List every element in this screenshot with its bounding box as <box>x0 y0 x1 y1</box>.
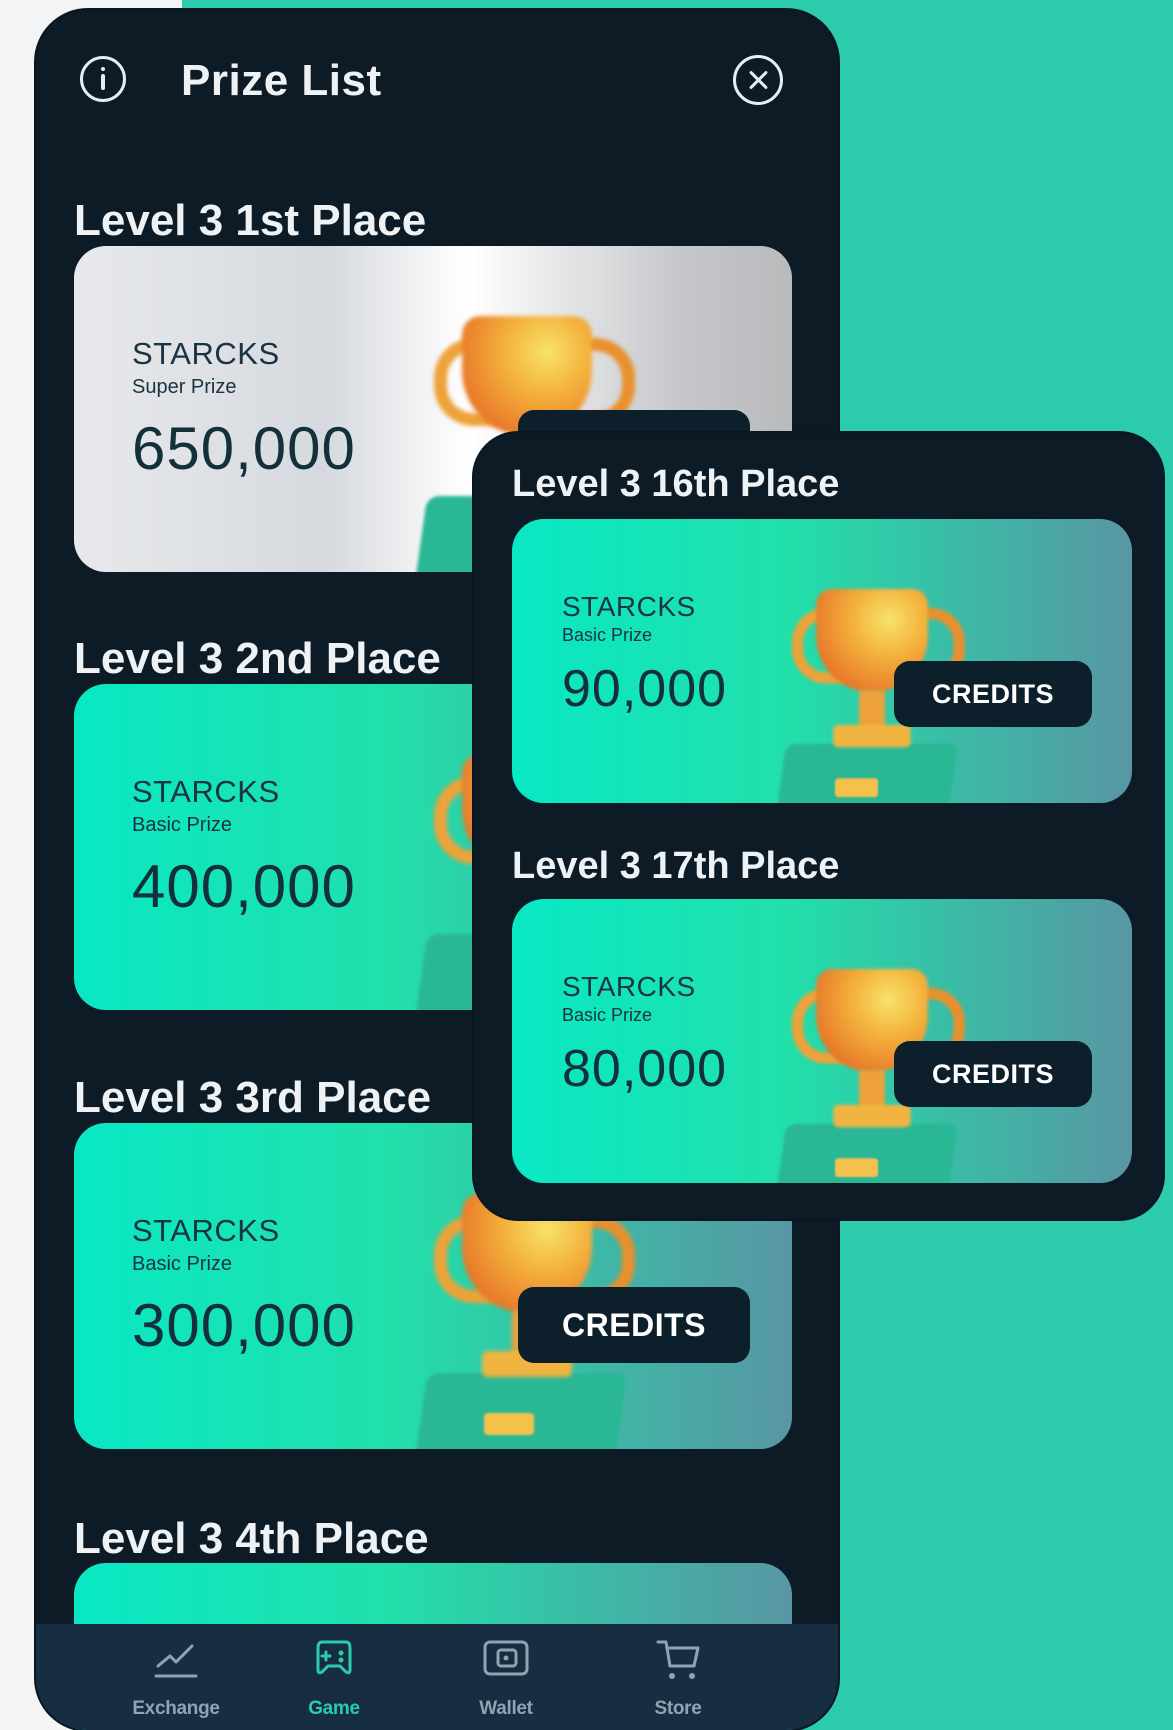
prize-amount: 300,000 <box>132 1292 356 1359</box>
page-title: Prize List <box>181 56 382 105</box>
credits-button[interactable]: CREDITS <box>518 1287 750 1363</box>
prize-amount: 90,000 <box>562 660 728 718</box>
prize-amount: 80,000 <box>562 1040 728 1098</box>
gamepad-icon <box>316 1640 352 1675</box>
prize-title: Level 3 16th Place <box>512 463 840 505</box>
brand-label: STARCKS <box>132 1213 280 1248</box>
prize-amount: 650,000 <box>132 415 356 482</box>
prize-list-popup: Level 3 16th Place CREDITS STARCKS Basic… <box>474 433 1163 1219</box>
close-icon[interactable] <box>733 55 783 105</box>
prize-title: Level 3 17th Place <box>512 845 840 887</box>
nav-item-wallet[interactable]: Wallet <box>436 1624 576 1730</box>
prize-title: Level 3 1st Place <box>74 196 427 245</box>
prize-title: Level 3 3rd Place <box>74 1073 432 1122</box>
prize-title: Level 3 2nd Place <box>74 634 441 683</box>
nav-item-store[interactable]: Store <box>608 1624 748 1730</box>
prize-tier: Basic Prize <box>562 1005 653 1025</box>
info-icon[interactable] <box>80 56 126 102</box>
nav-label-exchange: Exchange <box>132 1698 220 1719</box>
credits-button[interactable]: CREDITS <box>894 1041 1092 1107</box>
prize-card[interactable]: CREDITS STARCKS Basic Prize 80,000 <box>512 899 1132 1183</box>
brand-label: STARCKS <box>132 774 280 809</box>
nav-label-store: Store <box>654 1698 702 1719</box>
nav-label-wallet: Wallet <box>479 1698 533 1719</box>
header: Prize List <box>36 10 838 130</box>
credits-button[interactable]: CREDITS <box>894 661 1092 727</box>
prize-tier: Basic Prize <box>132 814 233 836</box>
brand-label: STARCKS <box>132 336 280 371</box>
chart-icon <box>154 1644 198 1678</box>
bottom-nav: Exchange Game Wallet Store <box>36 1624 838 1730</box>
prize-title: Level 3 4th Place <box>74 1514 429 1563</box>
prize-amount: 400,000 <box>132 853 356 920</box>
nav-label-game: Game <box>308 1698 360 1719</box>
prize-tier: Basic Prize <box>562 625 653 645</box>
prize-card[interactable]: CREDITS STARCKS Basic Prize 90,000 <box>512 519 1132 803</box>
brand-label: STARCKS <box>562 971 696 1002</box>
prize-tier: Basic Prize <box>132 1253 233 1275</box>
prize-tier: Super Prize <box>132 376 237 398</box>
nav-item-game[interactable]: Game <box>264 1624 404 1730</box>
cart-icon <box>656 1640 700 1679</box>
nav-item-exchange[interactable]: Exchange <box>106 1624 246 1730</box>
brand-label: STARCKS <box>562 591 696 622</box>
wallet-icon <box>483 1640 529 1676</box>
